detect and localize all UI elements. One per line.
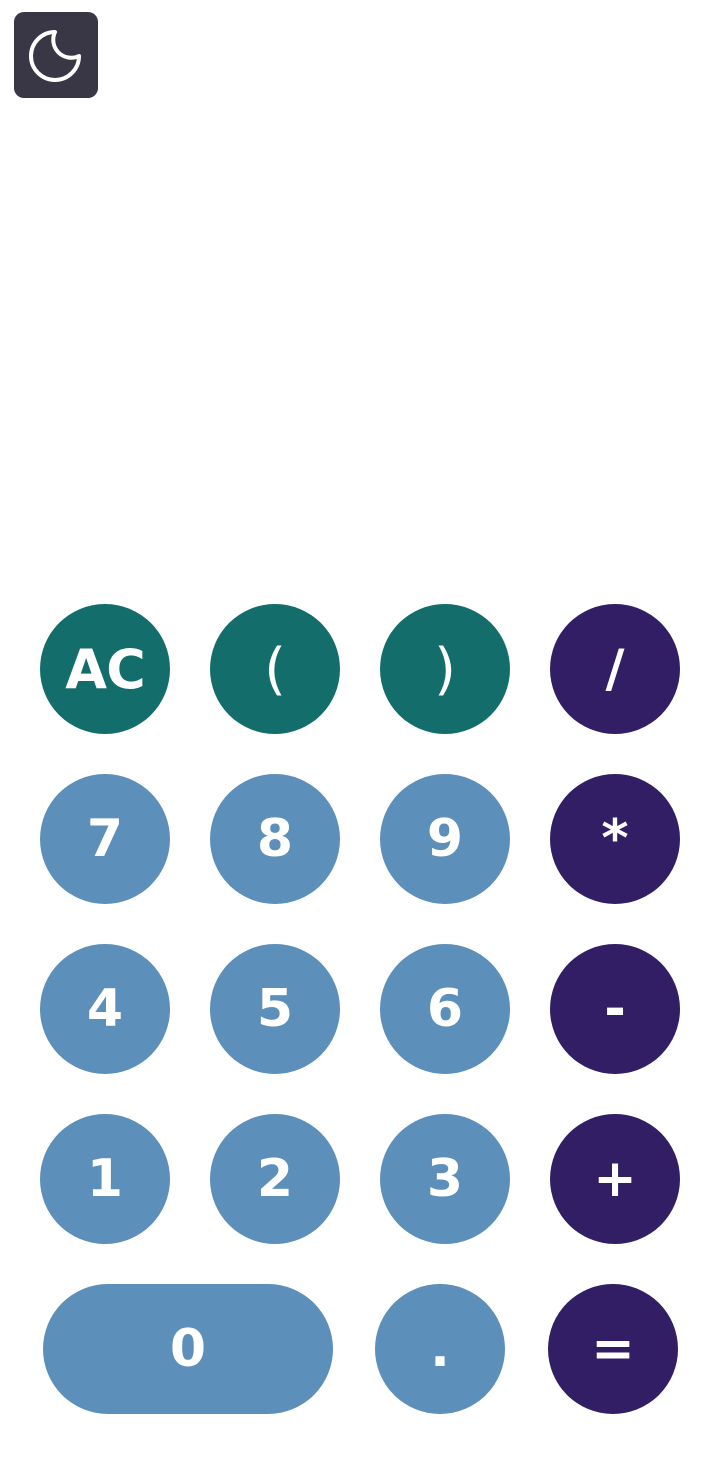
clear-button[interactable]: AC	[40, 604, 170, 734]
open-paren-button[interactable]: (	[210, 604, 340, 734]
theme-toggle-button[interactable]	[14, 12, 98, 98]
digit-8-button[interactable]: 8	[210, 774, 340, 904]
multiply-button[interactable]: *	[550, 774, 680, 904]
moon-icon	[29, 30, 81, 82]
digit-7-button[interactable]: 7	[40, 774, 170, 904]
digit-4-button[interactable]: 4	[40, 944, 170, 1074]
calculator-display	[0, 110, 720, 580]
digit-2-button[interactable]: 2	[210, 1114, 340, 1244]
digit-5-button[interactable]: 5	[210, 944, 340, 1074]
add-button[interactable]: +	[550, 1114, 680, 1244]
digit-0-button[interactable]: 0	[43, 1284, 333, 1414]
digit-3-button[interactable]: 3	[380, 1114, 510, 1244]
digit-6-button[interactable]: 6	[380, 944, 510, 1074]
calculator-screen: AC ( ) / 7 8 9 * 4 5 6 - 1 2 3 + 0 . =	[0, 0, 720, 1463]
digit-9-button[interactable]: 9	[380, 774, 510, 904]
close-paren-button[interactable]: )	[380, 604, 510, 734]
subtract-button[interactable]: -	[550, 944, 680, 1074]
digit-1-button[interactable]: 1	[40, 1114, 170, 1244]
divide-button[interactable]: /	[550, 604, 680, 734]
decimal-button[interactable]: .	[375, 1284, 505, 1414]
equals-button[interactable]: =	[548, 1284, 678, 1414]
